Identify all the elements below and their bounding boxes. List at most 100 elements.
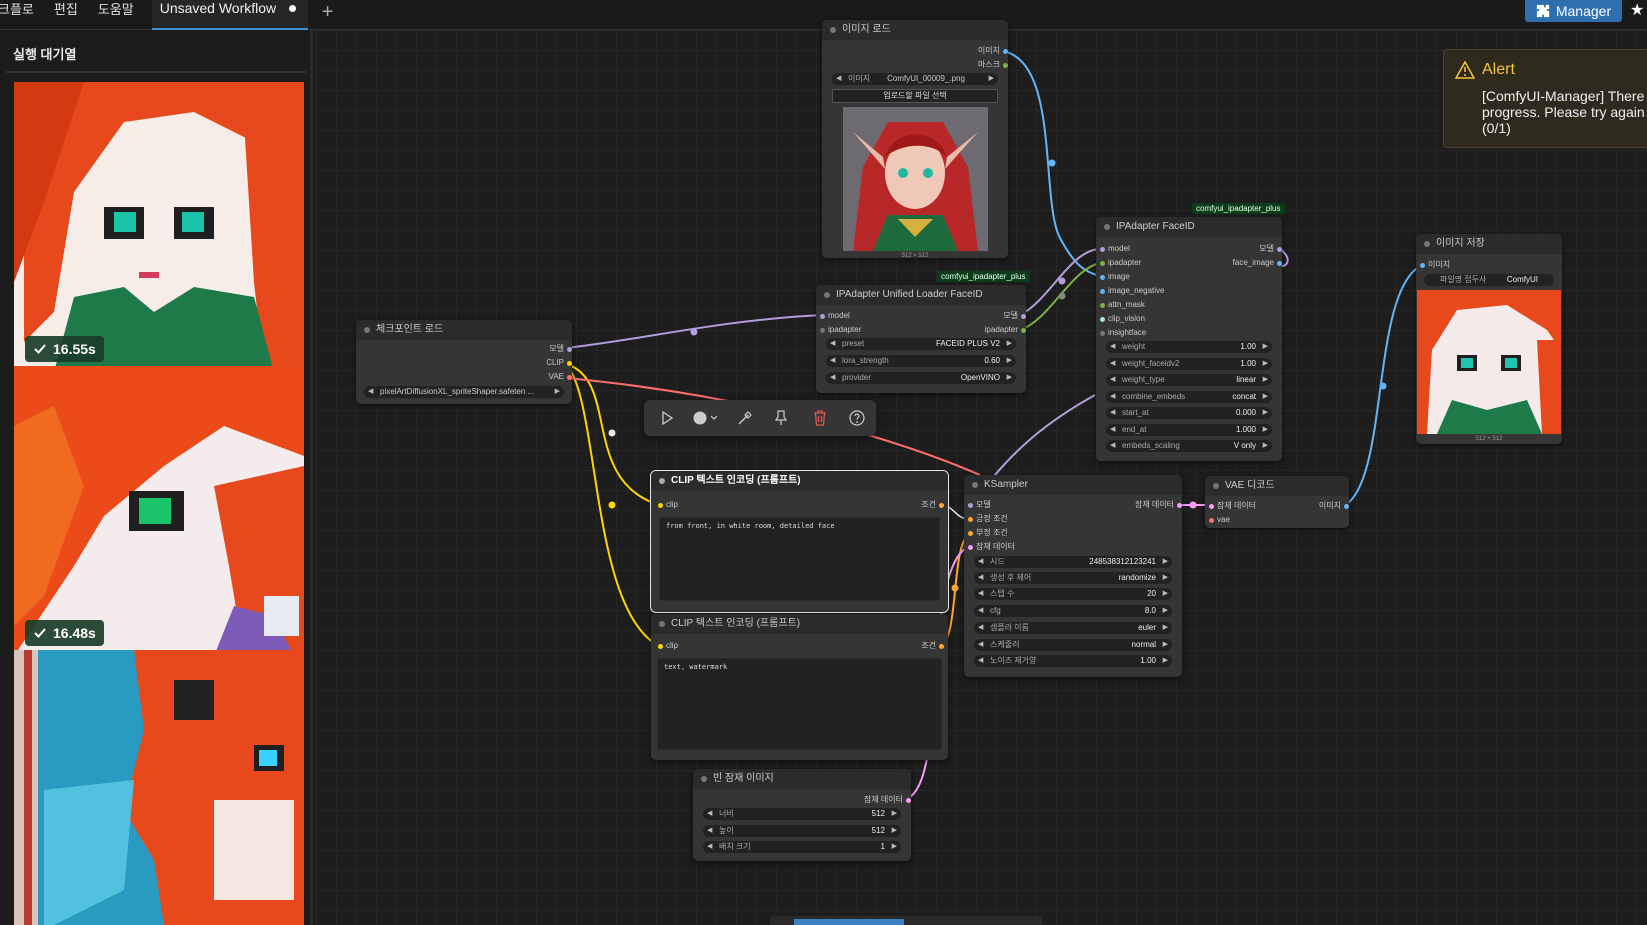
- node-clip-text-encode-negative[interactable]: CLIP 텍스트 인코딩 (프롬프트) clip 조건 text, waterm…: [651, 614, 948, 760]
- collapse-dot-icon[interactable]: [364, 327, 370, 333]
- scheduler-widget[interactable]: ◀ 스케줄러 normal ▶: [974, 639, 1172, 651]
- node-title[interactable]: 이미지 저장: [1416, 234, 1562, 254]
- input-slot-insightface[interactable]: insightface: [1100, 328, 1146, 338]
- node-checkpoint-loader[interactable]: 체크포인트 로드 모델 CLIP VAE ◀ pixelArtDiffusionX…: [356, 320, 572, 404]
- start-at-widget[interactable]: ◀ start_at 0.000 ▶: [1106, 407, 1272, 419]
- input-slot-positive[interactable]: 긍정 조건: [968, 514, 1008, 524]
- collapse-dot-icon[interactable]: [659, 621, 665, 627]
- height-widget[interactable]: ◀ 높이 512 ▶: [703, 825, 901, 837]
- weight-widget[interactable]: ◀ weight 1.00 ▶: [1106, 341, 1272, 353]
- node-load-image[interactable]: 이미지 로드 이미지 마스크 ◀ 이미지 ComfyUI_00009_.png ▶ 업…: [822, 20, 1008, 259]
- prompt-textarea[interactable]: from front, in white room, detailed face: [659, 517, 940, 601]
- output-slot-mask[interactable]: 마스크: [978, 60, 1008, 70]
- node-ksampler[interactable]: KSampler 모델 긍정 조건 부정 조건 잠재 데이터 잠재 데이터 ◀ 시…: [964, 475, 1182, 677]
- input-slot-clip[interactable]: clip: [658, 641, 678, 651]
- node-title[interactable]: VAE 디코드: [1205, 476, 1349, 496]
- node-title[interactable]: CLIP 텍스트 인코딩 (프롬프트): [651, 471, 948, 491]
- preset-widget[interactable]: ◀ preset FACEID PLUS V2 ▶: [826, 338, 1016, 350]
- seed-widget[interactable]: ◀ 시드 248538312123241 ▶: [974, 556, 1172, 568]
- collapse-dot-icon[interactable]: [972, 482, 978, 488]
- input-slot-negative[interactable]: 부정 조건: [968, 528, 1008, 538]
- input-slot-latent[interactable]: 잠재 데이터: [968, 542, 1015, 552]
- input-slot-attn-mask[interactable]: attn_mask: [1100, 300, 1145, 310]
- menu-edit[interactable]: 편집: [44, 0, 88, 30]
- combine-embeds-widget[interactable]: ◀ combine_embeds concat ▶: [1106, 391, 1272, 403]
- collapse-dot-icon[interactable]: [659, 478, 665, 484]
- node-title[interactable]: KSampler: [964, 475, 1182, 495]
- input-slot-latent[interactable]: 잠재 데이터: [1209, 501, 1256, 511]
- output-slot-image[interactable]: 이미지: [1319, 501, 1349, 511]
- input-slot-image[interactable]: image: [1100, 272, 1130, 282]
- manager-button[interactable]: Manager: [1525, 0, 1622, 22]
- provider-widget[interactable]: ◀ provider OpenVINO ▶: [826, 372, 1016, 384]
- unsaved-dot-icon[interactable]: [288, 4, 296, 12]
- input-slot-ipadapter[interactable]: ipadapter: [1100, 258, 1141, 268]
- help-button[interactable]: [844, 406, 870, 430]
- node-title[interactable]: IPAdapter FaceID: [1096, 217, 1282, 237]
- node-vae-decode[interactable]: VAE 디코드 잠재 데이터 vae 이미지: [1205, 476, 1349, 528]
- star-icon[interactable]: ★: [1630, 0, 1647, 22]
- node-title[interactable]: 이미지 로드: [822, 20, 1008, 40]
- collapse-dot-icon[interactable]: [1424, 241, 1430, 247]
- cfg-widget[interactable]: ◀ cfg 8.0 ▶: [974, 605, 1172, 617]
- ckpt-name-widget[interactable]: ◀ pixelArtDiffusionXL_spriteShaper.safete…: [364, 386, 564, 398]
- lora-strength-widget[interactable]: ◀ lora_strength 0.60 ▶: [826, 355, 1016, 367]
- input-slot-clip-vision[interactable]: clip_vision: [1100, 314, 1145, 324]
- image-select-widget[interactable]: ◀ 이미지 ComfyUI_00009_.png ▶: [832, 73, 998, 85]
- color-button[interactable]: [690, 406, 724, 430]
- workflow-tab[interactable]: Unsaved Workflow: [151, 0, 308, 30]
- queue-item[interactable]: 16.55s: [14, 82, 304, 372]
- control-after-generate-widget[interactable]: ◀ 생성 후 제어 randomize ▶: [974, 572, 1172, 584]
- node-title[interactable]: IPAdapter Unified Loader FaceID: [816, 285, 1026, 305]
- collapse-dot-icon[interactable]: [701, 776, 707, 782]
- queue-item[interactable]: 16.48s: [14, 366, 304, 656]
- collapse-dot-icon[interactable]: [824, 292, 830, 298]
- collapse-dot-icon[interactable]: [1213, 483, 1219, 489]
- sampler-name-widget[interactable]: ◀ 샘플러 이름 euler ▶: [974, 622, 1172, 634]
- node-ipadapter-faceid[interactable]: IPAdapter FaceID model ipadapter image i…: [1096, 217, 1282, 461]
- add-tab-icon[interactable]: +: [322, 1, 334, 24]
- input-slot-model[interactable]: 모델: [968, 500, 991, 510]
- node-empty-latent-image[interactable]: 빈 잠재 이미지 잠재 데이터 ◀ 너비 512 ▶ ◀ 높이 512 ▶ ◀ 배치 크기 1 ▶: [693, 769, 911, 861]
- upload-button[interactable]: 업로드할 파일 선택: [832, 89, 998, 103]
- node-clip-text-encode-positive[interactable]: CLIP 텍스트 인코딩 (프롬프트) clip 조건 from front, …: [650, 470, 949, 613]
- output-slot-latent[interactable]: 잠재 데이터: [1135, 500, 1182, 510]
- steps-widget[interactable]: ◀ 스텝 수 20 ▶: [974, 588, 1172, 600]
- input-slot-image-negative[interactable]: image_negative: [1100, 286, 1164, 296]
- filename-prefix-widget[interactable]: 파일명 접두사 ComfyUI: [1424, 274, 1554, 286]
- output-slot-latent[interactable]: 잠재 데이터: [864, 795, 911, 805]
- weight-faceidv2-widget[interactable]: ◀ weight_faceidv2 1.00 ▶: [1106, 358, 1272, 370]
- weight-type-widget[interactable]: ◀ weight_type linear ▶: [1106, 374, 1272, 386]
- bottom-panel-handle[interactable]: [770, 916, 1042, 925]
- width-widget[interactable]: ◀ 너비 512 ▶: [703, 808, 901, 820]
- output-slot-model[interactable]: 모델: [549, 344, 572, 354]
- run-button[interactable]: [654, 406, 680, 430]
- prompt-textarea[interactable]: text, watermark: [657, 658, 942, 750]
- input-slot-clip[interactable]: clip: [658, 500, 678, 510]
- queue-item[interactable]: [14, 650, 304, 925]
- node-save-image[interactable]: 이미지 저장 이미지 파일명 접두사 ComfyUI 512 × 512: [1416, 234, 1562, 444]
- output-slot-image[interactable]: 이미지: [978, 46, 1008, 56]
- menu-workflow[interactable]: 크플로: [0, 0, 44, 30]
- delete-button[interactable]: [807, 406, 833, 430]
- bypass-button[interactable]: [732, 406, 758, 430]
- collapse-dot-icon[interactable]: [830, 27, 836, 33]
- input-slot-vae[interactable]: vae: [1209, 515, 1230, 525]
- output-slot-model[interactable]: 모델: [1003, 311, 1026, 321]
- output-slot-conditioning[interactable]: 조건: [921, 500, 944, 510]
- node-title[interactable]: CLIP 텍스트 인코딩 (프롬프트): [651, 614, 948, 634]
- output-slot-face-image[interactable]: face_image: [1233, 258, 1282, 268]
- node-title[interactable]: 체크포인트 로드: [356, 320, 572, 340]
- output-slot-vae[interactable]: VAE: [549, 372, 572, 382]
- batch-size-widget[interactable]: ◀ 배치 크기 1 ▶: [703, 841, 901, 853]
- input-slot-image[interactable]: 이미지: [1420, 260, 1450, 270]
- output-slot-model[interactable]: 모델: [1259, 244, 1282, 254]
- embeds-scaling-widget[interactable]: ◀ embeds_scaling V only ▶: [1106, 440, 1272, 452]
- node-title[interactable]: 빈 잠재 이미지: [693, 769, 911, 789]
- output-slot-conditioning[interactable]: 조건: [921, 641, 944, 651]
- input-slot-model[interactable]: model: [1100, 244, 1130, 254]
- output-slot-ipadapter[interactable]: ipadapter: [985, 325, 1026, 335]
- pin-button[interactable]: [768, 406, 794, 430]
- end-at-widget[interactable]: ◀ end_at 1.000 ▶: [1106, 424, 1272, 436]
- node-ipadapter-unified-loader[interactable]: IPAdapter Unified Loader FaceID model ip…: [816, 285, 1026, 393]
